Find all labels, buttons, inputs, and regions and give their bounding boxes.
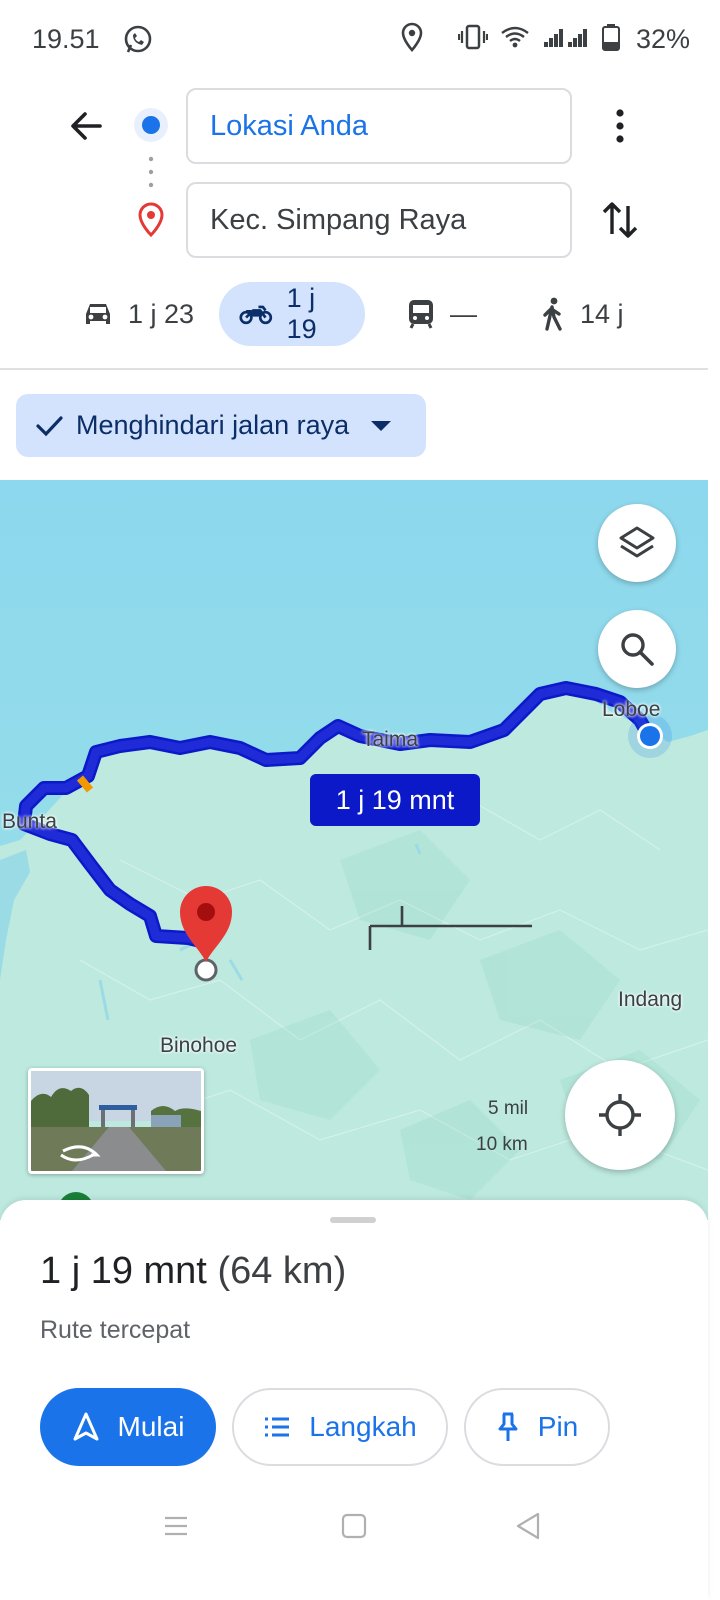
map-label-loboe: Loboe <box>602 698 661 721</box>
status-icons: 32% <box>400 22 690 57</box>
map-view[interactable]: Loboe Taima Bunta Indang Binohoe 1 j 19 … <box>0 480 708 1220</box>
list-icon <box>265 1417 290 1437</box>
destination-text: Kec. Simpang Raya <box>210 203 467 236</box>
travel-modes: 1 j 23 1 j 19 — 14 j <box>0 282 720 346</box>
route-distance: (64 km) <box>217 1250 347 1292</box>
system-nav-bar <box>0 1488 708 1568</box>
status-time: 19.51 <box>32 24 100 54</box>
steps-button-label: Langkah <box>309 1411 417 1442</box>
check-icon <box>36 415 63 436</box>
chip-label: Menghindari jalan raya <box>76 410 350 440</box>
map-label-indang: Indang <box>618 988 683 1011</box>
route-subtitle: Rute tercepat <box>40 1316 191 1344</box>
recents-button[interactable] <box>162 1512 190 1545</box>
location-icon <box>400 22 424 57</box>
street-view-image <box>31 1071 201 1171</box>
crosshair-icon <box>599 1094 641 1136</box>
pin-button[interactable]: Pin <box>464 1388 610 1466</box>
destination-marker-center <box>197 903 215 921</box>
wifi-icon <box>500 25 530 54</box>
map-label-taima: Taima <box>362 728 419 751</box>
swap-vert-icon <box>602 202 638 238</box>
pin-icon <box>498 1412 518 1441</box>
mode-transit-label: — <box>450 298 477 329</box>
scale-imperial: 5 mil <box>488 1098 529 1119</box>
sheet-drag-handle[interactable] <box>330 1217 376 1223</box>
start-button-label: Mulai <box>117 1411 185 1442</box>
route-duration: 1 j 19 mnt <box>40 1250 207 1292</box>
mode-walk-label: 14 j <box>580 298 624 329</box>
motorcycle-icon <box>239 305 273 325</box>
route-duration-bubble[interactable]: 1 j 19 mnt <box>310 774 480 826</box>
origin-field[interactable]: Lokasi Anda <box>186 88 572 164</box>
vibrate-icon <box>457 24 489 55</box>
menu-lines-icon <box>165 1516 187 1536</box>
system-back-button[interactable] <box>514 1510 542 1547</box>
square-icon <box>341 1513 367 1539</box>
pin-button-label: Pin <box>537 1411 579 1442</box>
walk-icon <box>543 297 562 331</box>
arrow-back-icon <box>71 112 102 140</box>
start-button[interactable]: Mulai <box>40 1388 216 1466</box>
mode-walk[interactable]: 14 j <box>538 282 624 346</box>
map-label-bunta: Bunta <box>2 810 57 833</box>
steps-button[interactable]: Langkah <box>232 1388 448 1466</box>
swap-button[interactable] <box>600 198 640 247</box>
route-dots <box>148 156 154 193</box>
avoid-highways-chip[interactable]: Menghindari jalan raya <box>16 394 426 457</box>
navigation-arrow-icon <box>73 1412 99 1441</box>
mode-motorcycle[interactable]: 1 j 19 <box>219 282 365 346</box>
battery-icon <box>601 23 620 56</box>
more-options-button[interactable] <box>604 104 636 153</box>
dropdown-arrow-icon <box>371 420 392 431</box>
map-label-binohoe: Binohoe <box>160 1034 238 1057</box>
mode-car-label: 1 j 23 <box>128 298 195 329</box>
mode-motorcycle-label: 1 j 19 <box>286 283 317 344</box>
street-view-thumbnail[interactable] <box>28 1068 204 1174</box>
transit-icon <box>409 300 433 329</box>
layers-icon <box>619 526 655 558</box>
origin-text: Lokasi Anda <box>210 109 369 142</box>
search-icon <box>621 633 654 666</box>
origin-dot-icon <box>132 106 170 149</box>
more-vert-icon <box>616 109 624 143</box>
battery-percent: 32% <box>635 24 690 54</box>
layers-button[interactable] <box>598 504 676 582</box>
destination-field[interactable]: Kec. Simpang Raya <box>186 182 572 258</box>
back-button[interactable] <box>64 104 108 153</box>
destination-dot <box>194 958 218 982</box>
my-location-button[interactable] <box>565 1060 675 1170</box>
scale-metric: 10 km <box>476 1134 528 1155</box>
car-icon <box>86 304 110 324</box>
mode-transit[interactable]: — <box>406 282 477 346</box>
header-divider <box>0 368 708 370</box>
search-along-route-button[interactable] <box>598 610 676 688</box>
current-location-dot <box>640 726 660 746</box>
destination-pin-icon <box>136 202 166 243</box>
whatsapp-icon <box>122 24 154 61</box>
home-button[interactable] <box>340 1512 368 1545</box>
triangle-back-icon <box>516 1512 540 1540</box>
route-summary: 1 j 19 mnt (64 km) <box>40 1250 346 1293</box>
mode-car[interactable]: 1 j 23 <box>82 282 194 346</box>
signal-icon <box>542 25 590 54</box>
